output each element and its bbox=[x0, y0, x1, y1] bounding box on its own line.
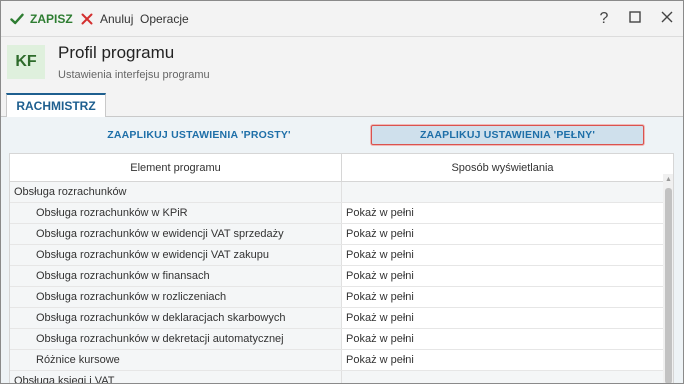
element-cell: Obsługa rozrachunków w dekretacji automa… bbox=[10, 329, 342, 349]
close-icon bbox=[79, 11, 95, 27]
app-window: ZAPISZ Anuluj Operacje ? KF Profil progr… bbox=[0, 0, 684, 384]
element-cell: Obsługa rozrachunków w ewidencji VAT zak… bbox=[10, 245, 342, 265]
tab-label: RACHMISTRZ bbox=[16, 99, 96, 113]
page-header: KF Profil programu Ustawienia interfejsu… bbox=[1, 37, 683, 91]
tab-rachmistrz[interactable]: RACHMISTRZ bbox=[6, 93, 106, 117]
close-window-button[interactable] bbox=[657, 9, 677, 29]
display-cell[interactable]: Pokaż w pełni bbox=[342, 308, 663, 328]
close-window-icon bbox=[661, 10, 673, 28]
vertical-scrollbar[interactable]: ▲ bbox=[663, 174, 673, 383]
grid-header: Element programu Sposób wyświetlania bbox=[10, 154, 673, 182]
cancel-button[interactable]: Anuluj bbox=[79, 10, 133, 28]
apply-simple-settings-button[interactable]: ZAAPLIKUJ USTAWIENIA 'PROSTY' bbox=[101, 125, 297, 145]
maximize-icon bbox=[629, 10, 641, 28]
kf-logo: KF bbox=[7, 45, 45, 79]
group-row: Obsługa rozrachunków bbox=[10, 182, 663, 203]
display-cell[interactable]: Pokaż w pełni bbox=[342, 224, 663, 244]
table-row[interactable]: Różnice kursowe Pokaż w pełni bbox=[10, 350, 663, 371]
display-cell bbox=[342, 371, 663, 383]
element-cell: Obsługa rozrachunków w KPiR bbox=[10, 203, 342, 223]
table-row[interactable]: Obsługa rozrachunków w KPiR Pokaż w pełn… bbox=[10, 203, 663, 224]
element-cell: Obsługa rozrachunków w deklaracjach skar… bbox=[10, 308, 342, 328]
grid-body: Obsługa rozrachunków Obsługa rozrachunkó… bbox=[10, 182, 663, 383]
operations-menu[interactable]: Operacje bbox=[140, 10, 189, 28]
element-cell: Obsługa rozrachunków bbox=[10, 182, 342, 202]
logo-text: KF bbox=[15, 53, 37, 70]
column-header-display[interactable]: Sposób wyświetlania bbox=[342, 154, 663, 182]
page-subtitle: Ustawienia interfejsu programu bbox=[58, 69, 210, 81]
display-cell[interactable]: Pokaż w pełni bbox=[342, 203, 663, 223]
display-cell[interactable]: Pokaż w pełni bbox=[342, 245, 663, 265]
scrollbar-thumb[interactable] bbox=[665, 188, 672, 383]
help-icon: ? bbox=[599, 10, 609, 27]
toolbar: ZAPISZ Anuluj Operacje ? bbox=[1, 1, 683, 37]
table-row[interactable]: Obsługa rozrachunków w deklaracjach skar… bbox=[10, 308, 663, 329]
save-label: ZAPISZ bbox=[30, 12, 73, 26]
display-cell bbox=[342, 182, 663, 202]
checkmark-icon bbox=[9, 11, 25, 27]
element-cell: Obsługa rozrachunków w ewidencji VAT spr… bbox=[10, 224, 342, 244]
operations-label: Operacje bbox=[140, 12, 189, 26]
maximize-button[interactable] bbox=[625, 9, 645, 29]
table-row[interactable]: Obsługa rozrachunków w rozliczeniach Pok… bbox=[10, 287, 663, 308]
table-row[interactable]: Obsługa rozrachunków w ewidencji VAT spr… bbox=[10, 224, 663, 245]
element-cell: Obsługa księgi i VAT bbox=[10, 371, 342, 383]
scroll-up-icon[interactable]: ▲ bbox=[663, 174, 673, 184]
display-cell[interactable]: Pokaż w pełni bbox=[342, 350, 663, 370]
tab-bar: RACHMISTRZ bbox=[1, 91, 683, 117]
help-button[interactable]: ? bbox=[594, 9, 614, 29]
table-row[interactable]: Obsługa rozrachunków w ewidencji VAT zak… bbox=[10, 245, 663, 266]
table-row[interactable]: Obsługa rozrachunków w finansach Pokaż w… bbox=[10, 266, 663, 287]
settings-grid: Element programu Sposób wyświetlania Obs… bbox=[9, 153, 674, 383]
element-cell: Różnice kursowe bbox=[10, 350, 342, 370]
content-area: ZAAPLIKUJ USTAWIENIA 'PROSTY' ZAAPLIKUJ … bbox=[1, 117, 683, 383]
apply-full-settings-button[interactable]: ZAAPLIKUJ USTAWIENIA 'PEŁNY' bbox=[371, 125, 644, 145]
element-cell: Obsługa rozrachunków w finansach bbox=[10, 266, 342, 286]
table-row[interactable]: Obsługa rozrachunków w dekretacji automa… bbox=[10, 329, 663, 350]
page-title: Profil programu bbox=[58, 43, 175, 62]
display-cell[interactable]: Pokaż w pełni bbox=[342, 287, 663, 307]
cancel-label: Anuluj bbox=[100, 12, 134, 26]
display-cell[interactable]: Pokaż w pełni bbox=[342, 329, 663, 349]
column-header-element[interactable]: Element programu bbox=[10, 154, 342, 182]
save-button[interactable]: ZAPISZ bbox=[9, 10, 73, 28]
display-cell[interactable]: Pokaż w pełni bbox=[342, 266, 663, 286]
element-cell: Obsługa rozrachunków w rozliczeniach bbox=[10, 287, 342, 307]
group-row: Obsługa księgi i VAT bbox=[10, 371, 663, 383]
